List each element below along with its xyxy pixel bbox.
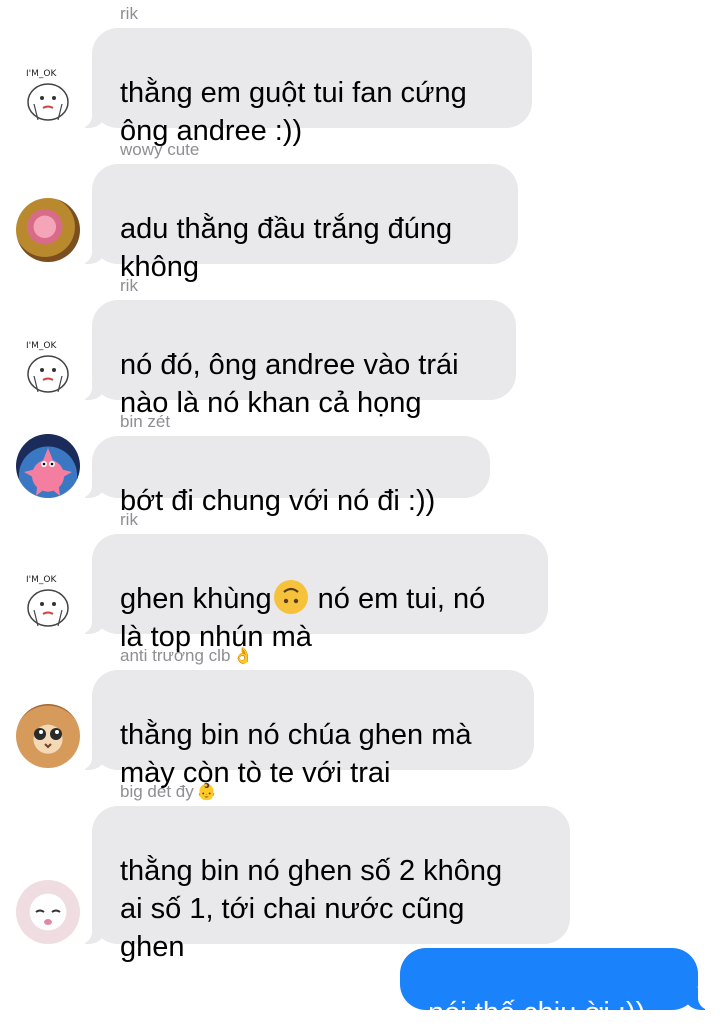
avatar[interactable] [16,198,80,262]
chat-thread: rik I'M_OK thằng em guột tui fan cứng ôn… [0,0,720,1029]
upside-down-face-icon [273,580,308,614]
sketch-face-icon: I'M_OK [26,69,69,121]
message-text: ghen khùng nó em tui, nó là top nhún mà [120,580,485,653]
sketch-label: I'M_OK [26,69,57,79]
message-bubble[interactable]: thằng em guột tui fan cứng ông andree :)… [78,28,532,147]
outgoing-message-bubble[interactable]: nói thế chịu ời :)) [400,948,712,1029]
message-text: adu thằng đầu trắng đúng không [120,213,453,283]
message-bubble[interactable]: adu thằng đầu trắng đúng không [78,164,518,283]
avatar[interactable] [16,434,80,498]
message-text: thằng bin nó chúa ghen mà mày còn tò te … [120,719,472,789]
starfish-icon [24,448,72,496]
avatar[interactable]: I'M_OK [16,568,80,632]
sketch-label: I'M_OK [26,575,57,585]
message-text: bớt đi chung với nó đi :)) [120,485,436,517]
sketch-label: I'M_OK [26,341,57,351]
message-bubble[interactable]: thằng bin nó chúa ghen mà mày còn tò te … [78,670,534,789]
message-text-part: ghen khùng [120,583,272,615]
message-bubble[interactable]: nó đó, ông andree vào trái nào là nó kha… [78,300,516,419]
message-bubble[interactable]: ghen khùng nó em tui, nó là top nhún mà [78,534,548,653]
message-bubble[interactable]: bớt đi chung với nó đi :)) [78,436,490,517]
sketch-face-icon: I'M_OK [26,575,69,627]
avatar[interactable] [16,880,80,944]
message-bubble[interactable]: thằng bin nó ghen số 2 không ai số 1, tớ… [78,806,570,963]
message-text: thằng bin nó ghen số 2 không ai số 1, tớ… [120,855,503,963]
message-text: thằng em guột tui fan cứng ông andree :)… [120,77,467,147]
sender-name: rik [120,4,138,23]
message-text: nó đó, ông andree vào trái nào là nó kha… [120,349,459,419]
avatar[interactable] [16,704,80,768]
white-cat-icon [35,909,61,925]
sketch-face-icon: I'M_OK [26,341,69,393]
avatar[interactable]: I'M_OK [16,62,80,126]
avatar[interactable]: I'M_OK [16,334,80,398]
message-text: nói thế chịu ời :)) [428,997,646,1029]
cat-face-icon [34,728,62,749]
